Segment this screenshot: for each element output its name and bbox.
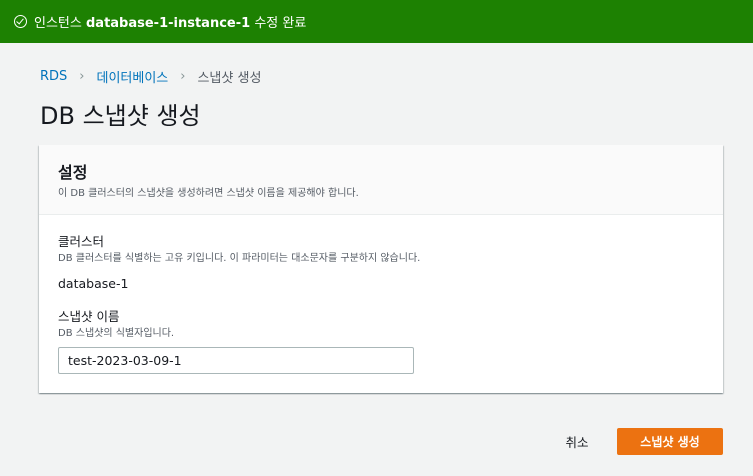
breadcrumb-current: 스냅샷 생성 — [197, 71, 262, 86]
snapshot-name-label: 스냅샷 이름 — [58, 309, 120, 324]
chevron-right-icon: › — [180, 69, 186, 84]
check-circle-icon — [14, 15, 27, 28]
cancel-button[interactable]: 취소 — [556, 428, 598, 454]
chevron-right-icon: › — [79, 69, 85, 84]
banner-instance-name: database-1-instance-1 — [85, 16, 251, 31]
create-snapshot-button[interactable]: 스냅샷 생성 — [617, 428, 723, 455]
snapshot-name-description: DB 스냅샷의 식별자입니다. — [58, 328, 175, 339]
success-banner: 인스턴스 database-1-instance-1 수정 완료 — [0, 0, 753, 43]
cluster-label: 클러스터 — [58, 234, 105, 249]
settings-title: 설정 — [58, 163, 88, 182]
settings-description: 이 DB 클러스터의 스냅샷을 생성하려면 스냅샷 이름을 제공해야 합니다. — [58, 188, 359, 199]
banner-suffix: 수정 완료 — [250, 16, 307, 31]
snapshot-name-input[interactable] — [58, 347, 414, 374]
breadcrumb: RDS › 데이터베이스 › 스냅샷 생성 — [40, 67, 261, 86]
banner-message: 인스턴스 database-1-instance-1 수정 완료 — [34, 12, 306, 31]
settings-panel-header: 설정 이 DB 클러스터의 스냅샷을 생성하려면 스냅샷 이름을 제공해야 합니… — [39, 145, 723, 215]
cluster-value: database-1 — [58, 276, 129, 291]
breadcrumb-databases[interactable]: 데이터베이스 — [97, 67, 169, 86]
cluster-description: DB 클러스터를 식별하는 고유 키입니다. 이 파라미터는 대소문자를 구분하… — [58, 253, 421, 264]
banner-prefix: 인스턴스 — [34, 16, 86, 31]
page-title: DB 스냅샷 생성 — [40, 102, 201, 130]
settings-panel: 설정 이 DB 클러스터의 스냅샷을 생성하려면 스냅샷 이름을 제공해야 합니… — [39, 145, 723, 393]
breadcrumb-rds[interactable]: RDS — [40, 69, 67, 84]
